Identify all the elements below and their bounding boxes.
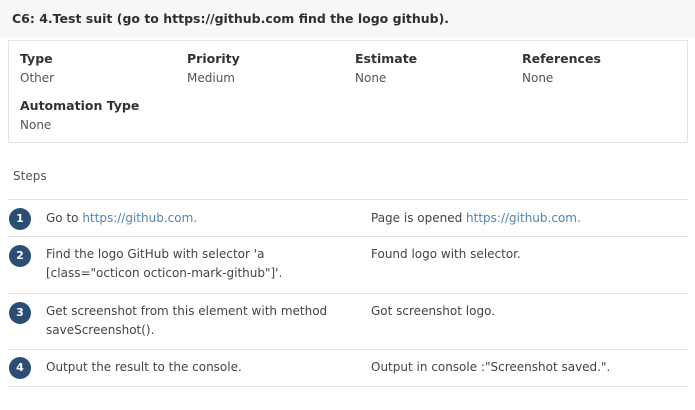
step-number-badge: 4	[9, 357, 31, 379]
step-expected-result: Output in console :"Screenshot saved.".	[371, 360, 611, 374]
step-number-badge: 2	[9, 245, 31, 267]
step-expected-result: Found logo with selector.	[371, 247, 521, 261]
step-expected-link[interactable]: https://github.com.	[466, 211, 581, 225]
step-expected-result: Page is opened https://github.com.	[371, 209, 681, 228]
step-row: 2 Find the logo GitHub with selector 'a …	[8, 237, 688, 294]
field-estimate: Estimate None	[355, 51, 417, 85]
field-references: References None	[522, 51, 601, 85]
step-content: Go to https://github.com.	[46, 209, 346, 228]
step-row: 1 Go to https://github.com. Page is open…	[8, 200, 688, 237]
field-priority: Priority Medium	[187, 51, 240, 85]
step-row: 3 Get screenshot from this element with …	[8, 294, 688, 350]
step-content-line: Get screenshot from this element with me…	[46, 304, 328, 318]
step-content-line: saveScreenshot().	[46, 323, 155, 337]
step-content-text: Go to	[46, 211, 83, 225]
case-fields-panel: Type Other Priority Medium Estimate None…	[8, 40, 688, 143]
step-content-line: [class="octicon octicon-mark-github"]'.	[46, 266, 283, 280]
step-expected-text: Page is opened	[371, 211, 467, 225]
field-priority-value: Medium	[187, 71, 235, 85]
step-number-badge: 3	[9, 302, 31, 324]
field-type: Type Other	[20, 51, 54, 85]
case-title: C6: 4.Test suit (go to https://github.co…	[12, 11, 450, 26]
step-content: Find the logo GitHub with selector 'a [c…	[46, 245, 346, 283]
field-automation-type-label: Automation Type	[20, 98, 140, 113]
case-header: C6: 4.Test suit (go to https://github.co…	[0, 0, 695, 38]
step-content-link[interactable]: https://github.com.	[82, 211, 197, 225]
step-row: 4 Output the result to the console. Outp…	[8, 350, 688, 387]
field-automation-type: Automation Type None	[20, 98, 139, 132]
field-priority-label: Priority	[187, 51, 240, 66]
field-type-value: Other	[20, 71, 55, 85]
field-type-label: Type	[20, 51, 53, 66]
step-content-line: Find the logo GitHub with selector 'a	[46, 247, 265, 261]
steps-table: 1 Go to https://github.com. Page is open…	[8, 199, 688, 387]
step-number-badge: 1	[9, 208, 31, 230]
field-automation-type-value: None	[20, 118, 52, 132]
steps-heading: Steps	[13, 169, 47, 183]
field-references-label: References	[522, 51, 601, 66]
step-expected-result: Got screenshot logo.	[371, 304, 496, 318]
step-content: Output the result to the console.	[46, 360, 242, 374]
field-references-value: None	[522, 71, 554, 85]
step-content: Get screenshot from this element with me…	[46, 302, 346, 340]
field-estimate-value: None	[355, 71, 387, 85]
test-case-page: C6: 4.Test suit (go to https://github.co…	[0, 0, 695, 410]
field-estimate-label: Estimate	[355, 51, 418, 66]
